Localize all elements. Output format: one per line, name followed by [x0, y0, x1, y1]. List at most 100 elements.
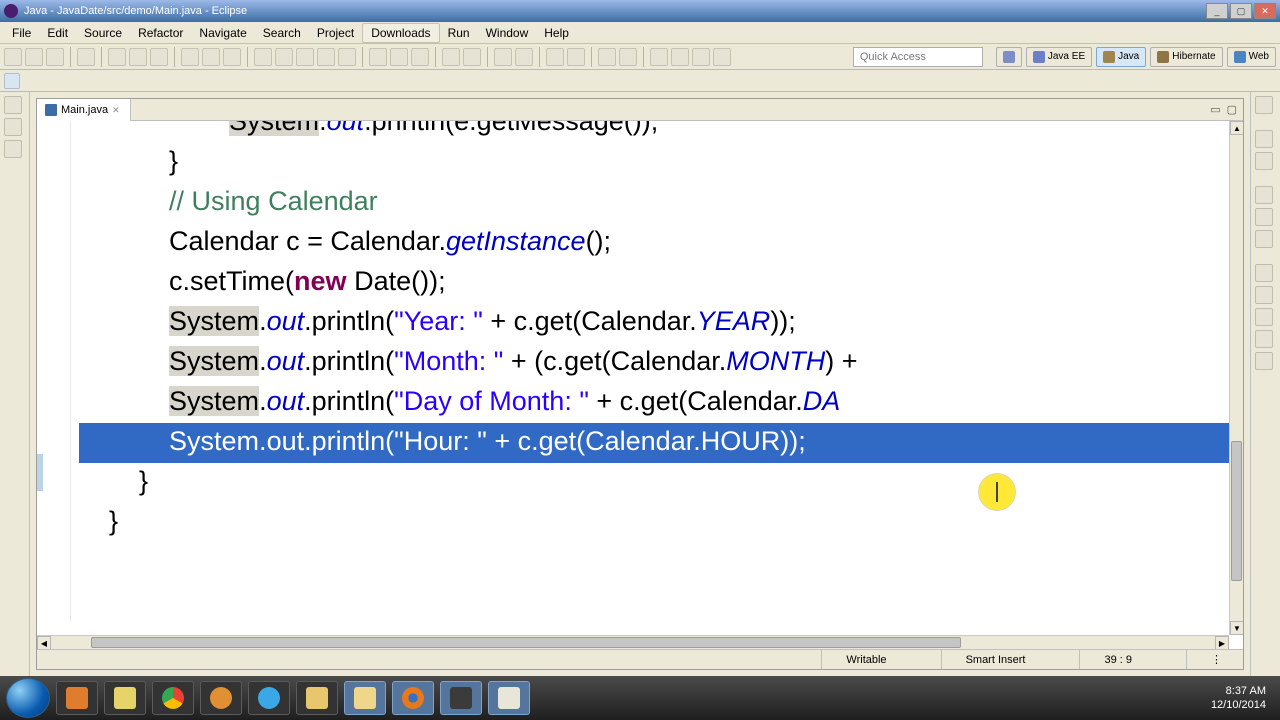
package-explorer-icon[interactable] [4, 96, 22, 114]
perspective-java[interactable]: Java [1096, 47, 1146, 67]
annotation-next-icon[interactable] [567, 48, 585, 66]
code-editor[interactable]: System.out.println(e.getMessage()); } //… [37, 121, 1243, 649]
snippets-icon[interactable] [1255, 352, 1273, 370]
menu-help[interactable]: Help [536, 24, 577, 42]
taskbar-firefox-icon[interactable] [392, 681, 434, 715]
task-list-icon[interactable] [1255, 96, 1273, 114]
taskbar-chrome-icon[interactable] [152, 681, 194, 715]
taskbar-live-icon[interactable] [200, 681, 242, 715]
taskbar-idea-icon[interactable] [440, 681, 482, 715]
code-line[interactable]: // Using Calendar [79, 183, 1229, 223]
block-select-icon[interactable] [202, 48, 220, 66]
quick-access-input[interactable]: Quick Access [853, 47, 983, 67]
vertical-scrollbar[interactable]: ▲ ▼ [1229, 121, 1243, 635]
back-icon[interactable] [598, 48, 616, 66]
debug-resume-icon[interactable] [275, 48, 293, 66]
type-hierarchy-icon[interactable] [4, 118, 22, 136]
system-tray[interactable]: 8:37 AM 12/10/2014 [1203, 684, 1274, 712]
scroll-left-icon[interactable]: ◀ [37, 636, 51, 649]
menu-search[interactable]: Search [255, 24, 309, 42]
code-line[interactable]: System.out.println("Hour: " + c.get(Cale… [79, 423, 1229, 463]
stop-icon[interactable] [692, 48, 710, 66]
secondary-icon[interactable] [4, 73, 20, 89]
code-line[interactable]: System.out.println("Year: " + c.get(Cale… [79, 303, 1229, 343]
perspective-hibernate[interactable]: Hibernate [1150, 47, 1222, 67]
minimize-button[interactable]: _ [1206, 3, 1228, 19]
coverage-icon[interactable] [150, 48, 168, 66]
code-line[interactable]: System.out.println("Day of Month: " + c.… [79, 383, 1229, 423]
hscroll-thumb[interactable] [91, 637, 961, 648]
file-tab-main[interactable]: Main.java ✕ [37, 99, 131, 121]
taskbar-explorer-icon[interactable] [296, 681, 338, 715]
status-menu-icon[interactable]: ⋮ [1186, 650, 1235, 669]
code-line[interactable]: } [79, 503, 1229, 543]
run-last-icon[interactable] [671, 48, 689, 66]
problems-icon[interactable] [1255, 186, 1273, 204]
open-type-icon[interactable] [494, 48, 512, 66]
navigator-icon[interactable] [4, 140, 22, 158]
step-return-icon[interactable] [411, 48, 429, 66]
debug-skip-icon[interactable] [254, 48, 272, 66]
build-icon[interactable] [77, 48, 95, 66]
editor-maximize-icon[interactable]: ▢ [1227, 103, 1237, 116]
outline-icon[interactable] [1255, 130, 1273, 148]
menu-downloads[interactable]: Downloads [362, 23, 439, 43]
vscroll-thumb[interactable] [1231, 441, 1242, 581]
taskbar-media-icon[interactable] [56, 681, 98, 715]
relaunch-icon[interactable] [713, 48, 731, 66]
data-source-icon[interactable] [1255, 330, 1273, 348]
menu-edit[interactable]: Edit [39, 24, 76, 42]
close-button[interactable]: ✕ [1254, 3, 1276, 19]
menu-navigate[interactable]: Navigate [191, 24, 254, 42]
horizontal-scrollbar[interactable]: ◀ ▶ [37, 635, 1229, 649]
debug-stop-icon[interactable] [317, 48, 335, 66]
save-icon[interactable] [25, 48, 43, 66]
outline-icon-2[interactable] [1255, 152, 1273, 170]
taskbar-notepad-icon[interactable] [488, 681, 530, 715]
save-all-icon[interactable] [46, 48, 64, 66]
open-perspective-button[interactable] [996, 47, 1022, 67]
menu-window[interactable]: Window [478, 24, 537, 42]
taskbar-skype-icon[interactable] [248, 681, 290, 715]
code-line[interactable]: Calendar c = Calendar.getInstance(); [79, 223, 1229, 263]
search-icon[interactable] [515, 48, 533, 66]
scroll-down-icon[interactable]: ▼ [1230, 621, 1243, 635]
start-button[interactable] [6, 678, 50, 718]
maximize-button[interactable]: ▢ [1230, 3, 1252, 19]
close-tab-icon[interactable]: ✕ [112, 105, 122, 115]
run-icon[interactable] [129, 48, 147, 66]
scroll-right-icon[interactable]: ▶ [1215, 636, 1229, 649]
forward-icon[interactable] [619, 48, 637, 66]
servers-icon[interactable] [1255, 308, 1273, 326]
menu-refactor[interactable]: Refactor [130, 24, 191, 42]
code-line[interactable]: } [79, 463, 1229, 503]
debug-pause-icon[interactable] [296, 48, 314, 66]
perspective-javaee[interactable]: Java EE [1026, 47, 1092, 67]
new-icon[interactable] [4, 48, 22, 66]
menu-source[interactable]: Source [76, 24, 130, 42]
toggle-mark-icon[interactable] [181, 48, 199, 66]
taskbar-folder-icon[interactable] [344, 681, 386, 715]
declaration-icon[interactable] [1255, 230, 1273, 248]
perspective-web[interactable]: Web [1227, 47, 1276, 67]
menu-run[interactable]: Run [440, 24, 478, 42]
menu-file[interactable]: File [4, 24, 39, 42]
new-package-icon[interactable] [442, 48, 460, 66]
javadoc-icon[interactable] [1255, 208, 1273, 226]
editor-minimize-icon[interactable]: ▭ [1210, 103, 1220, 116]
step-over-icon[interactable] [390, 48, 408, 66]
step-into-icon[interactable] [369, 48, 387, 66]
code-line[interactable]: c.setTime(new Date()); [79, 263, 1229, 303]
scroll-up-icon[interactable]: ▲ [1230, 121, 1243, 135]
debug-disconnect-icon[interactable] [338, 48, 356, 66]
code-line[interactable]: System.out.println("Month: " + (c.get(Ca… [79, 343, 1229, 383]
show-whitespace-icon[interactable] [223, 48, 241, 66]
code-line[interactable]: } [79, 143, 1229, 183]
taskbar-sticky-icon[interactable] [104, 681, 146, 715]
debug-icon[interactable] [108, 48, 126, 66]
palette-icon[interactable] [1255, 264, 1273, 282]
annotation-prev-icon[interactable] [546, 48, 564, 66]
console-icon[interactable] [1255, 286, 1273, 304]
code-line[interactable]: System.out.println(e.getMessage()); [79, 121, 1229, 143]
new-class-icon[interactable] [463, 48, 481, 66]
